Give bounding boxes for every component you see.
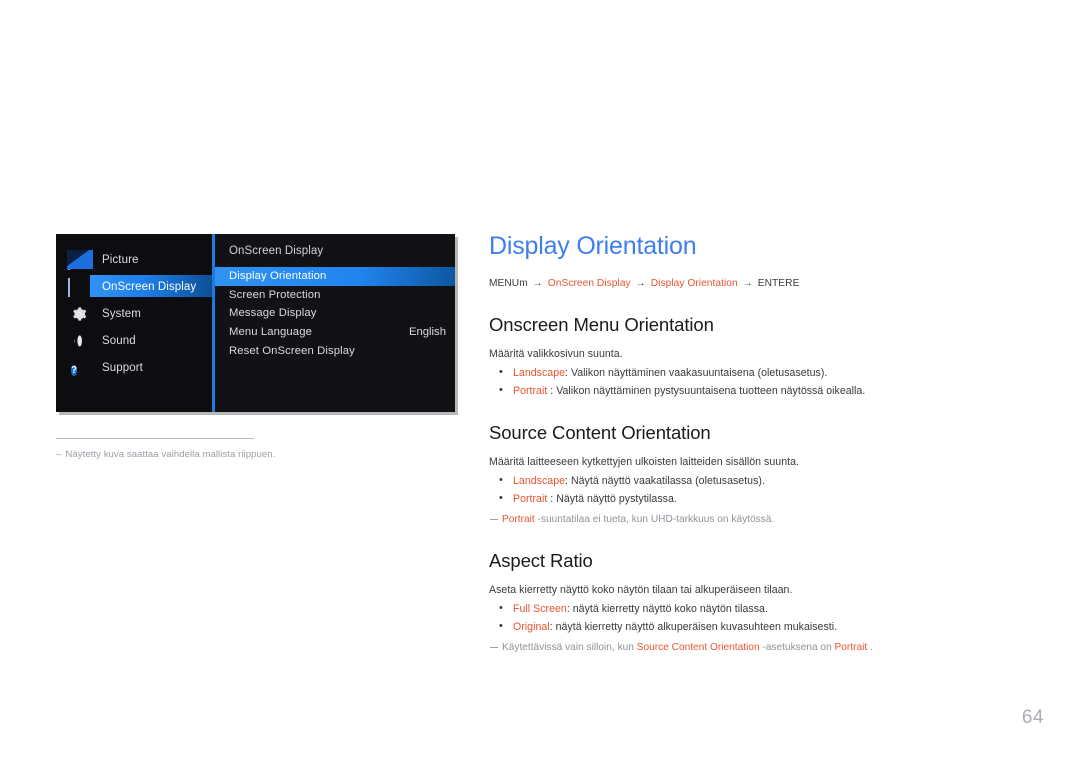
- breadcrumb: MENUm → OnScreen Display → Display Orien…: [489, 278, 1009, 289]
- osd-submenu-item-label: Menu Language: [229, 326, 312, 339]
- section-heading: Source Content Orientation: [489, 422, 711, 443]
- option-item: Original: näytä kierretty näyttö alkuper…: [489, 620, 1009, 633]
- breadcrumb-end-suffix: E: [792, 278, 800, 289]
- osd-submenu-item-value: English: [408, 326, 446, 339]
- section-option-list: Landscape: Valikon näyttäminen vaakasuun…: [489, 366, 1009, 397]
- option-description: : Näytä näyttö pystytilassa.: [547, 493, 677, 505]
- gear-icon: [68, 306, 90, 322]
- osd-submenu-item-display-orientation[interactable]: Display Orientation: [215, 267, 455, 286]
- breadcrumb-start-suffix: m: [519, 278, 528, 289]
- breadcrumb-arrow-3: →: [742, 278, 753, 289]
- option-term: Full Screen: [513, 603, 567, 615]
- osd-submenu-panel: OnScreen Display Display Orientation Scre…: [212, 234, 455, 412]
- note-text: -asetuksena on: [759, 642, 835, 653]
- content-column: Display Orientation MENUm → OnScreen Dis…: [489, 231, 1009, 653]
- osd-sidebar-item-label: Sound: [102, 334, 136, 347]
- osd-caption: – Näytetty kuva saattaa vaihdella mallist…: [56, 449, 275, 460]
- osd-sidebar-item-support[interactable]: ? Support: [56, 354, 212, 381]
- osd-sidebar-item-sound[interactable]: Sound: [56, 327, 212, 354]
- sections-host: Onscreen Menu Orientation Määritä valikko…: [489, 314, 1009, 653]
- section-note: Portrait -suuntatilaa ei tueta, kun UHD-…: [489, 514, 1009, 525]
- note-text: Käytettävissä vain silloin, kun: [502, 642, 637, 653]
- osd-submenu-item-message-display[interactable]: Message Display: [215, 304, 455, 323]
- breadcrumb-end: ENTER: [757, 278, 793, 289]
- osd-sidebar-item-onscreen-display[interactable]: OnScreen Display: [56, 273, 212, 300]
- option-term: Landscape: [513, 475, 566, 487]
- osd-sidebar: Picture OnScreen Display System Sound? Suppo…: [56, 234, 213, 412]
- option-description: : Valikon näyttäminen vaakasuuntaisena (…: [565, 367, 828, 379]
- osd-submenu-item-label: Reset OnScreen Display: [229, 344, 355, 357]
- section-description: Määritä laitteeseen kytkettyjen ulkoiste…: [489, 456, 799, 468]
- section-note: Käytettävissä vain silloin, kun Source C…: [489, 642, 1009, 653]
- osd-sidebar-item-label: Picture: [102, 253, 139, 266]
- breadcrumb-arrow-1: →: [532, 278, 543, 289]
- osd-sidebar-item-system[interactable]: System: [56, 300, 212, 327]
- osd-submenu-item-label: Display Orientation: [229, 270, 327, 283]
- osd-screenshot: Picture OnScreen Display System Sound? Suppo…: [56, 234, 455, 412]
- osd-sidebar-item-picture[interactable]: Picture: [56, 246, 212, 273]
- option-item: Landscape: Näytä näyttö vaakatilassa (ol…: [489, 474, 1009, 487]
- breadcrumb-start: MENU: [489, 278, 520, 289]
- osd-submenu-item-menu-language[interactable]: Menu Language English: [215, 323, 455, 342]
- note-term: Source Content Orientation: [636, 642, 760, 653]
- option-term: Landscape: [513, 367, 566, 379]
- option-description: : Näytä näyttö vaakatilassa (oletusasetu…: [565, 475, 765, 487]
- note-text: -suuntatilaa ei tueta, kun UHD-tarkkuus …: [534, 514, 775, 525]
- onscreen-display-icon: [68, 277, 90, 297]
- breadcrumb-step-2: Display Orientation: [650, 278, 738, 289]
- osd-submenu-title: OnScreen Display: [229, 245, 324, 257]
- section-description: Aseta kierretty näyttö koko näytön tilaa…: [489, 584, 793, 596]
- caption-divider: [56, 438, 254, 439]
- option-description: : Valikon näyttäminen pystysuuntaisena t…: [547, 385, 866, 397]
- osd-submenu-list: Display Orientation Screen Protection Mess…: [215, 267, 455, 360]
- note-term: Portrait: [834, 642, 868, 653]
- osd-sidebar-list: Picture OnScreen Display System Sound? Suppo…: [56, 246, 212, 381]
- option-item: Portrait : Valikon näyttäminen pystysuun…: [489, 384, 1009, 397]
- osd-sidebar-item-label: Support: [102, 361, 143, 374]
- option-description: : näytä kierretty näyttö koko näytön til…: [566, 603, 768, 615]
- speaker-icon: [68, 333, 90, 349]
- caption-text: Näytetty kuva saattaa vaihdella mallista…: [65, 449, 276, 460]
- note-term: Portrait: [502, 514, 535, 525]
- content-section: Aspect Ratio Aseta kierretty näyttö koko …: [489, 550, 1009, 653]
- content-section: Onscreen Menu Orientation Määritä valikko…: [489, 314, 1009, 397]
- osd-sidebar-item-label: OnScreen Display: [102, 280, 197, 293]
- caption-dash: –: [56, 449, 62, 460]
- osd-submenu-item-label: Message Display: [229, 307, 317, 320]
- question-circle-icon: ?: [71, 364, 78, 376]
- osd-sidebar-item-label: System: [102, 307, 141, 320]
- breadcrumb-arrow-2: →: [635, 278, 646, 289]
- osd-submenu-item-label: Screen Protection: [229, 288, 321, 301]
- note-text: .: [867, 642, 873, 653]
- page-title: Display Orientation: [489, 232, 697, 260]
- breadcrumb-step-1: OnScreen Display: [547, 278, 631, 289]
- osd-submenu-item-reset-onscreen-display[interactable]: Reset OnScreen Display: [215, 341, 455, 360]
- section-option-list: Landscape: Näytä näyttö vaakatilassa (ol…: [489, 474, 1009, 505]
- picture-icon: [68, 250, 90, 270]
- section-heading: Onscreen Menu Orientation: [489, 314, 714, 335]
- option-item: Landscape: Valikon näyttäminen vaakasuun…: [489, 366, 1009, 379]
- content-section: Source Content Orientation Määritä laitte…: [489, 422, 1009, 525]
- osd-submenu-item-screen-protection[interactable]: Screen Protection: [215, 286, 455, 305]
- option-description: : näytä kierretty näyttö alkuperäisen ku…: [549, 621, 838, 633]
- option-term: Portrait: [513, 385, 548, 397]
- option-term: Portrait: [513, 493, 548, 505]
- section-description: Määritä valikkosivun suunta.: [489, 348, 623, 360]
- page-number: 64: [1021, 707, 1044, 728]
- option-item: Full Screen: näytä kierretty näyttö koko…: [489, 602, 1009, 615]
- option-term: Original: [513, 621, 550, 633]
- option-item: Portrait : Näytä näyttö pystytilassa.: [489, 492, 1009, 505]
- section-option-list: Full Screen: näytä kierretty näyttö koko…: [489, 602, 1009, 633]
- section-heading: Aspect Ratio: [489, 550, 593, 571]
